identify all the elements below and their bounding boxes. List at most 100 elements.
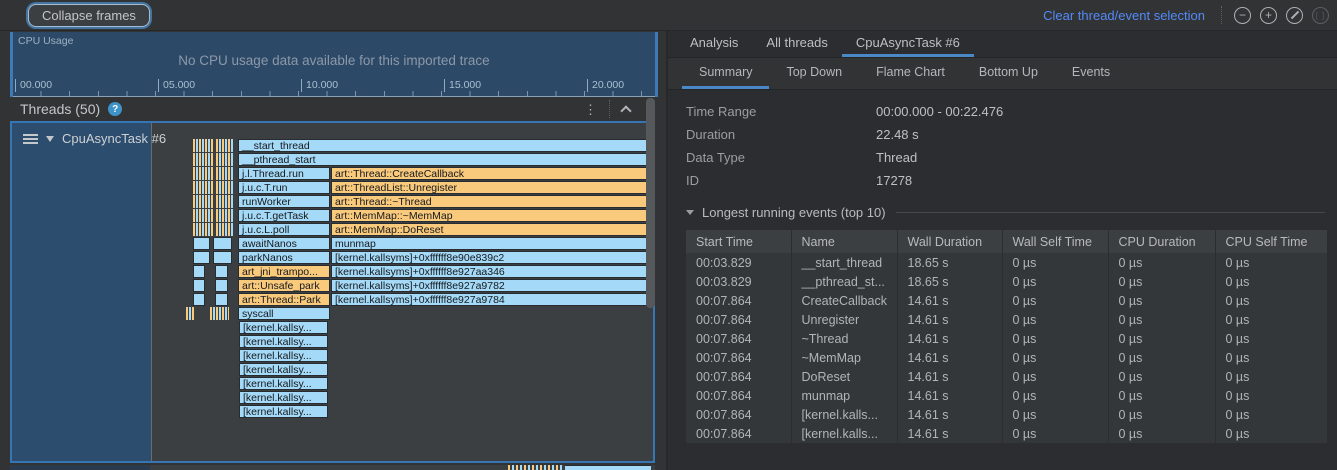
flame-fragment[interactable] (193, 195, 213, 208)
flame-fragment[interactable] (193, 139, 213, 152)
tab-cpuasynctask-6[interactable]: CpuAsyncTask #6 (842, 31, 974, 57)
flame-block[interactable]: [kernel.kallsyms]+0xffffff8e90e839c2 (331, 251, 652, 264)
zoom-out-icon[interactable]: − (1234, 7, 1251, 24)
flame-block[interactable]: art::Thread::Park (238, 293, 330, 306)
flame-fragment[interactable] (193, 237, 210, 250)
zoom-in-icon[interactable]: + (1260, 7, 1277, 24)
flame-block[interactable]: parkNanos (238, 251, 330, 264)
collapse-triangle-icon[interactable] (686, 210, 694, 215)
flame-fragment[interactable] (215, 279, 228, 292)
table-row[interactable]: 00:07.864DoReset14.61 s0 µs0 µs0 µs (686, 367, 1327, 386)
column-header[interactable]: Name (791, 230, 897, 253)
flame-block[interactable]: syscall (238, 307, 330, 320)
flame-fragment[interactable] (215, 265, 228, 278)
flame-block[interactable]: [kernel.kallsy... (239, 321, 328, 334)
flame-fragment[interactable] (193, 265, 205, 278)
reset-zoom-icon[interactable] (1286, 7, 1303, 24)
flame-block[interactable]: [kernel.kallsyms]+0xffffff8e927a9784 (331, 293, 652, 306)
flame-fragment[interactable] (210, 307, 229, 320)
more-options-icon[interactable]: ⋮ (584, 103, 597, 116)
collapse-section-icon[interactable] (620, 105, 631, 116)
flame-fragment[interactable] (193, 153, 213, 166)
table-row[interactable]: 00:07.864[kernel.kalls...14.61 s0 µs0 µs… (686, 424, 1327, 443)
flame-fragment[interactable] (193, 167, 213, 180)
flame-fragment[interactable] (193, 181, 213, 194)
table-row[interactable]: 00:07.864munmap14.61 s0 µs0 µs0 µs (686, 386, 1327, 405)
flame-fragment[interactable] (186, 307, 194, 320)
flame-block[interactable]: art::Thread::CreateCallback (331, 167, 652, 180)
flame-fragment[interactable] (216, 167, 234, 180)
flame-fragment[interactable] (216, 139, 234, 152)
thread-expand-caret-icon[interactable] (46, 136, 54, 142)
flame-block[interactable]: awaitNanos (238, 237, 330, 250)
flame-block[interactable]: [kernel.kallsy... (239, 349, 328, 362)
flame-block[interactable]: j.u.c.T.run (238, 181, 330, 194)
table-cell: 0 µs (1002, 424, 1108, 443)
table-row[interactable]: 00:07.864[kernel.kalls...14.61 s0 µs0 µs… (686, 405, 1327, 424)
table-row[interactable]: 00:03.829__pthread_st...18.65 s0 µs0 µs0… (686, 272, 1327, 291)
subtab-events[interactable]: Events (1055, 58, 1127, 89)
thread-label-panel[interactable]: CpuAsyncTask #6 (12, 123, 152, 461)
subtab-flame-chart[interactable]: Flame Chart (859, 58, 962, 89)
table-row[interactable]: 00:03.829__start_thread18.65 s0 µs0 µs0 … (686, 253, 1327, 272)
collapse-frames-button[interactable]: Collapse frames (28, 4, 150, 27)
flame-block[interactable]: art::MemMap::~MemMap (331, 209, 652, 222)
threads-scrollbar[interactable] (646, 98, 655, 468)
flame-fragment[interactable] (213, 237, 232, 250)
flame-fragment[interactable] (213, 251, 232, 264)
column-header[interactable]: CPU Duration (1108, 230, 1215, 253)
flame-fragment[interactable] (193, 279, 205, 292)
table-row[interactable]: 00:07.864~Thread14.61 s0 µs0 µs0 µs (686, 329, 1327, 348)
flame-block[interactable]: [kernel.kallsyms]+0xffffff8e927a9782 (331, 279, 652, 292)
flame-block[interactable]: [kernel.kallsy... (239, 377, 328, 390)
flame-block[interactable]: runWorker (238, 195, 330, 208)
table-row[interactable]: 00:07.864Unregister14.61 s0 µs0 µs0 µs (686, 310, 1327, 329)
flame-fragment[interactable] (216, 223, 234, 236)
flame-fragment[interactable] (215, 293, 228, 306)
flame-block[interactable]: __pthread_start (238, 153, 652, 166)
flame-block[interactable]: [kernel.kallsy... (239, 363, 328, 376)
flame-fragment[interactable] (216, 153, 234, 166)
drag-handle-icon[interactable] (23, 134, 38, 144)
flame-row: art::Thread::Park[kernel.kallsyms]+0xfff… (153, 293, 654, 306)
subtab-top-down[interactable]: Top Down (769, 58, 859, 89)
thread-callchart[interactable]: __start_thread__pthread_startj.l.Thread.… (153, 123, 654, 461)
clear-thread-event-selection-link[interactable]: Clear thread/event selection (1043, 8, 1205, 23)
flame-block[interactable]: [kernel.kallsyms]+0xffffff8e927aa346 (331, 265, 652, 278)
flame-fragment[interactable] (216, 195, 234, 208)
summary-value: 00:00.000 - 00:22.476 (876, 104, 1003, 119)
flame-block[interactable]: [kernel.kallsy... (239, 391, 328, 404)
flame-block[interactable]: j.u.c.L.poll (238, 223, 330, 236)
column-header[interactable]: Wall Self Time (1002, 230, 1108, 253)
flame-block[interactable]: munmap (331, 237, 652, 250)
table-row[interactable]: 00:07.864~MemMap14.61 s0 µs0 µs0 µs (686, 348, 1327, 367)
tab-all-threads[interactable]: All threads (752, 31, 841, 57)
cpu-usage-track[interactable]: CPU Usage No CPU usage data available fo… (10, 32, 658, 97)
flame-block[interactable]: [kernel.kallsy... (239, 405, 328, 418)
flame-fragment[interactable] (193, 223, 213, 236)
flame-block[interactable]: art::MemMap::DoReset (331, 223, 652, 236)
flame-block[interactable]: art::Unsafe_park (238, 279, 330, 292)
table-row[interactable]: 00:07.864CreateCallback14.61 s0 µs0 µs0 … (686, 291, 1327, 310)
threads-scrollbar-thumb[interactable] (646, 98, 655, 308)
column-header[interactable]: Start Time (686, 230, 791, 253)
subtab-summary[interactable]: Summary (682, 58, 769, 89)
flame-block[interactable]: j.u.c.T.getTask (238, 209, 330, 222)
flame-block[interactable]: art::ThreadList::Unregister (331, 181, 652, 194)
flame-fragment[interactable] (193, 209, 213, 222)
tab-analysis[interactable]: Analysis (676, 31, 752, 57)
flame-fragment[interactable] (193, 251, 210, 264)
column-header[interactable]: Wall Duration (897, 230, 1002, 253)
subtab-bottom-up[interactable]: Bottom Up (962, 58, 1055, 89)
flame-block[interactable]: [kernel.kallsy... (239, 335, 328, 348)
flame-block[interactable]: __start_thread (238, 139, 652, 152)
flame-fragment[interactable] (216, 181, 234, 194)
flame-block[interactable]: j.l.Thread.run (238, 167, 330, 180)
flame-fragment[interactable] (216, 209, 234, 222)
column-header[interactable]: CPU Self Time (1215, 230, 1327, 253)
flame-block[interactable]: art::Thread::~Thread (331, 195, 652, 208)
flame-fragment[interactable] (193, 293, 205, 306)
help-icon[interactable]: ? (108, 102, 122, 116)
flame-block[interactable]: art_jni_trampo... (238, 265, 330, 278)
table-cell: 0 µs (1002, 348, 1108, 367)
